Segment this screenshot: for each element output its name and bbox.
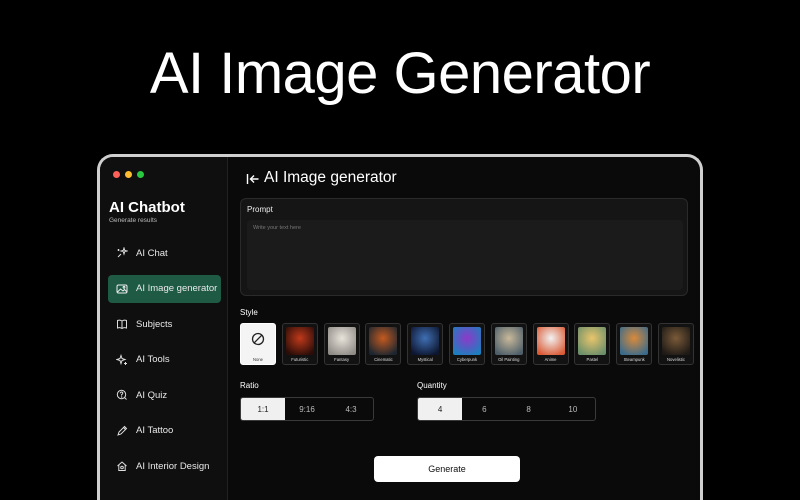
style-thumbnail xyxy=(285,327,314,355)
image-icon xyxy=(116,284,128,293)
prompt-label: Prompt xyxy=(247,205,273,214)
style-thumbnail xyxy=(494,327,523,355)
sidebar-item-label: AI Image generator xyxy=(136,283,218,294)
book-icon xyxy=(117,319,127,330)
style-thumbnail xyxy=(620,327,649,355)
style-thumbnail xyxy=(536,327,565,355)
style-option-steampunk[interactable]: Steampunk xyxy=(616,323,653,365)
none-icon xyxy=(251,332,265,346)
pen-icon xyxy=(117,425,128,436)
style-option-label: Mystical xyxy=(417,357,433,362)
sidebar-item-ai-quiz[interactable]: AI Quiz xyxy=(108,381,221,409)
sidebar-item-subjects[interactable]: Subjects xyxy=(108,310,221,338)
style-option-label: Cyberpunk xyxy=(456,357,478,362)
style-option-label: Anime xyxy=(544,357,557,362)
prompt-input[interactable] xyxy=(247,220,683,290)
brand-subtitle: Generate results xyxy=(109,217,158,224)
collapse-sidebar-icon[interactable] xyxy=(246,172,260,186)
brand-title: AI Chatbot xyxy=(109,199,185,216)
quantity-option-6[interactable]: 6 xyxy=(462,398,506,420)
style-option-cyberpunk[interactable]: Cyberpunk xyxy=(448,323,485,365)
quiz-icon xyxy=(116,389,127,400)
sidebar-item-ai-image-generator[interactable]: AI Image generator xyxy=(108,274,221,303)
style-option-label: Fantasy xyxy=(334,357,350,362)
page-title: AI Image generator xyxy=(264,169,397,186)
sidebar-item-label: Subjects xyxy=(136,318,173,330)
style-option-none[interactable]: None xyxy=(240,323,276,365)
style-option-label: Novelistic xyxy=(667,357,685,362)
sidebar-nav: AI Chat AI Image generator Subjects AI T… xyxy=(108,239,221,488)
style-option-mystical[interactable]: Mystical xyxy=(407,323,444,365)
ratio-label: Ratio xyxy=(240,381,259,390)
style-thumbnail xyxy=(661,327,690,355)
sidebar-item-label: AI Quiz xyxy=(136,389,168,401)
ratio-option-9x16[interactable]: 9:16 xyxy=(285,398,329,420)
style-option-fantasy[interactable]: Fantasy xyxy=(323,323,360,365)
app-window: AI Chatbot Generate results AI Chat AI I… xyxy=(97,154,703,500)
style-option-pastel[interactable]: Pastel xyxy=(574,323,611,365)
style-label: Style xyxy=(240,308,258,317)
ratio-selector: 1:1 9:16 4:3 xyxy=(240,397,374,421)
home-icon xyxy=(117,461,127,471)
style-option-label: Cinematic xyxy=(374,357,393,362)
sidebar-item-ai-chat[interactable]: AI Chat xyxy=(108,239,221,267)
quantity-option-8[interactable]: 8 xyxy=(507,398,551,420)
sidebar-item-label: AI Interior Design xyxy=(136,460,210,472)
quantity-option-10[interactable]: 10 xyxy=(551,398,595,420)
sidebar-item-label: AI Chat xyxy=(136,247,168,259)
sidebar: AI Chatbot Generate results AI Chat AI I… xyxy=(100,157,228,500)
sidebar-item-ai-interior-design[interactable]: AI Interior Design xyxy=(108,452,221,480)
sidebar-item-label: AI Tools xyxy=(136,354,170,365)
style-option-cinematic[interactable]: Cinematic xyxy=(365,323,402,365)
ratio-option-4x3[interactable]: 4:3 xyxy=(329,398,373,420)
style-option-label: Oil Painting xyxy=(498,357,520,362)
generate-button[interactable]: Generate xyxy=(374,456,520,482)
style-option-oil-painting[interactable]: Oil Painting xyxy=(490,323,527,365)
close-window-dot[interactable] xyxy=(113,171,120,178)
style-thumbnail xyxy=(578,327,607,355)
style-thumbnail xyxy=(327,327,356,355)
ratio-option-1x1[interactable]: 1:1 xyxy=(241,398,285,420)
quantity-label: Quantity xyxy=(417,381,447,390)
quantity-selector: 4 6 8 10 xyxy=(417,397,596,421)
quantity-option-4[interactable]: 4 xyxy=(418,398,463,420)
sidebar-item-ai-tattoo[interactable]: AI Tattoo xyxy=(108,417,221,445)
style-option-label: Steampunk xyxy=(623,357,645,362)
style-option-label: None xyxy=(252,357,263,362)
style-option-anime[interactable]: Anime xyxy=(532,323,569,365)
style-thumbnail xyxy=(411,327,440,355)
style-options: None Futuristic Fantasy Cinematic Mystical Cy… xyxy=(240,323,694,365)
style-thumbnail xyxy=(452,327,481,355)
window-controls xyxy=(113,171,144,178)
hero-title: AI Image Generator xyxy=(149,41,651,106)
sidebar-item-ai-tools[interactable]: AI Tools xyxy=(108,346,221,374)
prompt-panel: Prompt xyxy=(240,198,688,296)
style-option-label: Pastel xyxy=(586,357,599,362)
style-option-novelistic[interactable]: Novelistic xyxy=(657,323,694,365)
style-option-futuristic[interactable]: Futuristic xyxy=(281,323,318,365)
sparkle-chat-icon xyxy=(117,247,128,258)
minimize-window-dot[interactable] xyxy=(125,171,132,178)
style-thumbnail xyxy=(369,327,398,355)
maximize-window-dot[interactable] xyxy=(137,171,144,178)
sparkle-icon xyxy=(116,353,127,365)
style-option-label: Futuristic xyxy=(291,357,309,362)
main-content: AI Image generator Prompt Style None Futu… xyxy=(228,157,700,500)
sidebar-item-label: AI Tattoo xyxy=(136,425,174,436)
